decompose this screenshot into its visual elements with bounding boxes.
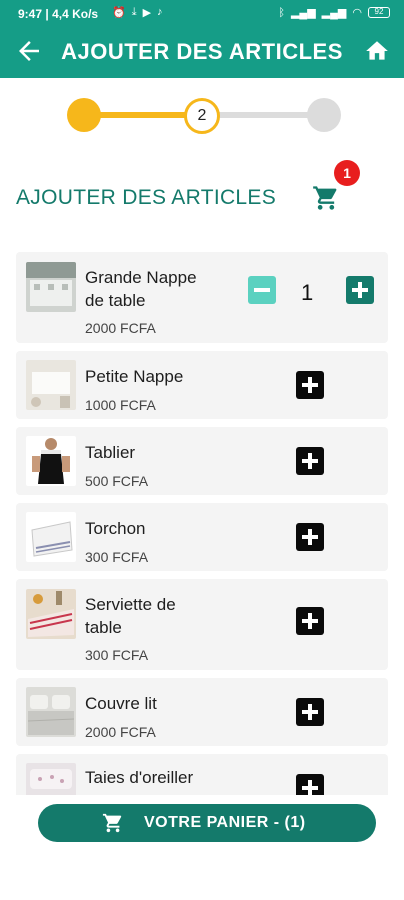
list-item: Grande Nappe de table 2000 FCFA 1: [16, 252, 388, 343]
alarm-icon: ⏰: [112, 7, 126, 19]
status-system-icons: ᛒ ▂▄▆ ▂▄▆ ◠ 92: [278, 6, 390, 19]
list-item: Serviette de table 300 FCFA: [16, 579, 388, 670]
step-1-indicator: [67, 98, 101, 132]
section-title: AJOUTER DES ARTICLES: [16, 186, 277, 209]
stepper-line-pending: [204, 112, 324, 118]
small-tablecloth-image: [26, 360, 76, 410]
apron-image: [26, 436, 76, 486]
item-thumbnail: [26, 763, 76, 795]
cart-count-badge: 1: [334, 160, 360, 186]
plus-icon[interactable]: [296, 698, 324, 726]
battery-level: 92: [374, 7, 384, 16]
top-bar: 9:47 | 4,4 Ko/s ⏰ ⤓ ▶ ♪ ᛒ ▂▄▆ ▂▄▆ ◠ 92 A…: [0, 0, 404, 78]
status-time: 9:47 | 4,4 Ko/s: [18, 7, 99, 21]
plus-icon[interactable]: [296, 607, 324, 635]
list-item: Petite Nappe 1000 FCFA: [16, 351, 388, 419]
item-name-line-2: table: [85, 618, 122, 637]
cart-icon[interactable]: [312, 184, 340, 212]
download-icon: ⤓: [131, 6, 137, 18]
item-thumbnail: [26, 589, 76, 639]
item-price: 2000 FCFA: [85, 724, 156, 740]
page-title: AJOUTER DES ARTICLES: [61, 39, 343, 64]
view-cart-button[interactable]: VOTRE PANIER - (1): [38, 804, 376, 842]
item-thumbnail: [26, 512, 76, 562]
item-name-line-1: Serviette de: [85, 595, 176, 614]
item-name: Torchon: [85, 519, 146, 538]
tablecloth-image: [26, 262, 76, 312]
plus-icon[interactable]: [296, 523, 324, 551]
wifi-icon: ◠: [352, 7, 362, 19]
item-name-line-1: Grande Nappe: [85, 268, 197, 287]
item-name: Couvre lit: [85, 694, 157, 713]
bluetooth-icon: ᛒ: [278, 6, 285, 19]
napkin-image: [26, 589, 76, 639]
item-name-line-2: de table: [85, 291, 146, 310]
plus-icon[interactable]: [296, 371, 324, 399]
list-item: Torchon 300 FCFA: [16, 503, 388, 571]
item-thumbnail: [26, 687, 76, 737]
bedspread-image: [26, 687, 76, 737]
item-name: Petite Nappe: [85, 367, 184, 386]
plus-icon[interactable]: [296, 447, 324, 475]
pillowcase-image: [26, 763, 76, 795]
battery-icon: 92: [368, 7, 390, 18]
item-name: Grande Nappe de table: [85, 266, 197, 312]
item-price: 500 FCFA: [85, 473, 149, 489]
item-price: 1000 FCFA: [85, 397, 156, 413]
item-thumbnail: [26, 436, 76, 486]
clock: 9:47: [18, 7, 43, 21]
tiktok-icon: ♪: [157, 6, 163, 18]
plus-icon[interactable]: [346, 276, 374, 304]
towel-image: [26, 512, 76, 562]
app-bar: AJOUTER DES ARTICLES: [0, 26, 404, 78]
home-icon[interactable]: [364, 38, 390, 64]
list-item: Taies d'oreiller: [16, 754, 388, 795]
item-name: Tablier: [85, 443, 136, 462]
status-bar: 9:47 | 4,4 Ko/s ⏰ ⤓ ▶ ♪ ᛒ ▂▄▆ ▂▄▆ ◠ 92: [0, 0, 404, 26]
plus-icon[interactable]: [296, 774, 324, 795]
step-3-indicator: [307, 98, 341, 132]
step-2-indicator: 2: [184, 98, 220, 134]
list-item: Couvre lit 2000 FCFA: [16, 678, 388, 746]
minus-icon[interactable]: [248, 276, 276, 304]
item-name: Taies d'oreiller: [85, 768, 194, 787]
item-price: 2000 FCFA: [85, 320, 156, 336]
progress-stepper: 2: [0, 92, 404, 138]
item-thumbnail: [26, 262, 76, 312]
signal-2-icon: ▂▄▆: [321, 7, 347, 19]
view-cart-label: VOTRE PANIER - (1): [144, 814, 306, 831]
item-thumbnail: [26, 360, 76, 410]
status-notification-icons: ⏰ ⤓ ▶ ♪: [112, 6, 163, 19]
item-name: Serviette de table: [85, 593, 176, 639]
list-item: Tablier 500 FCFA: [16, 427, 388, 495]
item-price: 300 FCFA: [85, 647, 149, 663]
network-speed: 4,4 Ko/s: [52, 7, 99, 21]
item-price: 300 FCFA: [85, 549, 149, 565]
cart-icon: [102, 813, 122, 833]
play-icon: ▶: [142, 7, 152, 19]
article-list[interactable]: Grande Nappe de table 2000 FCFA 1 Petite…: [16, 252, 388, 795]
signal-icon: ▂▄▆: [290, 7, 316, 19]
item-quantity: 1: [301, 280, 314, 305]
